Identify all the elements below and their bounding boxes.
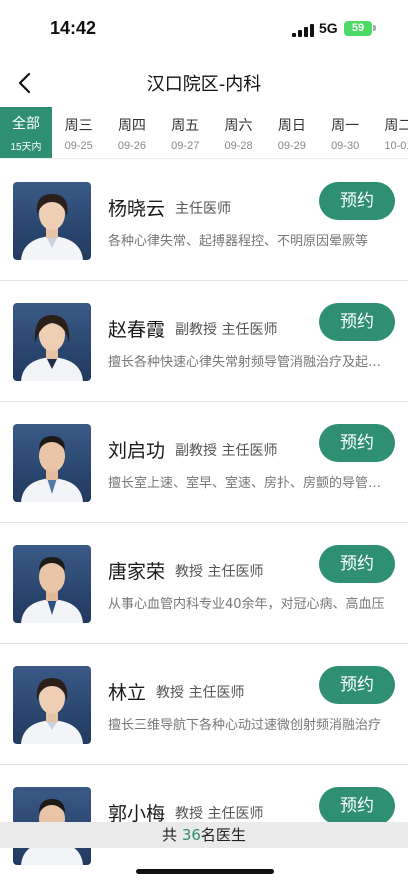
tab-day-label: 周三 bbox=[64, 117, 93, 134]
page-title: 汉口院区-内科 bbox=[146, 74, 262, 95]
book-button[interactable]: 预约 bbox=[319, 424, 395, 462]
tab-day-label: 全部 bbox=[12, 116, 40, 132]
doctor-specialty: 各种心律失常、起搏器程控、不明原因晕厥等 bbox=[108, 234, 369, 249]
doctor-card[interactable]: 杨晓云 主任医师 各种心律失常、起搏器程控、不明原因晕厥等 预约 bbox=[0, 160, 408, 281]
tab-date-label: 09-28 bbox=[224, 139, 253, 152]
doctor-photo bbox=[13, 303, 91, 381]
cellular-signal-icon bbox=[292, 24, 314, 37]
doctor-photo bbox=[13, 182, 91, 260]
tab-date[interactable]: 周二 10-01 bbox=[372, 107, 408, 158]
book-button[interactable]: 预约 bbox=[319, 787, 395, 825]
tab-day-label: 周日 bbox=[277, 117, 306, 134]
doctor-name: 杨晓云 bbox=[108, 198, 166, 220]
nav-bar: 汉口院区-内科 bbox=[0, 60, 408, 106]
doctor-title: 教授 主任医师 bbox=[175, 806, 264, 822]
doctor-count: 36 bbox=[181, 826, 201, 844]
book-button[interactable]: 预约 bbox=[319, 666, 395, 704]
tab-day-label: 周一 bbox=[331, 117, 360, 134]
doctor-specialty: 从事心血管内科专业40余年，对冠心病、高血压 bbox=[108, 597, 385, 612]
tab-date[interactable]: 周四 09-26 bbox=[105, 107, 158, 158]
tab-date-label: 15天内 bbox=[10, 142, 42, 153]
doctor-photo bbox=[13, 545, 91, 623]
doctor-name: 赵春霞 bbox=[108, 319, 166, 341]
tab-date-label: 09-25 bbox=[64, 139, 93, 152]
tab-day-label: 周五 bbox=[171, 117, 200, 134]
doctor-card[interactable]: 赵春霞 副教授 主任医师 擅长各种快速心律失常射频导管消融治疗及起搏器 预约 bbox=[0, 281, 408, 402]
doctor-title: 主任医师 bbox=[175, 201, 231, 217]
status-bar: 14:42 5G 59 bbox=[0, 0, 408, 58]
doctor-photo bbox=[13, 666, 91, 744]
doctor-card[interactable]: 林立 教授 主任医师 擅长三维导航下各种心动过速微创射频消融治疗 预约 bbox=[0, 644, 408, 765]
doctor-specialty: 擅长室上速、室早、室速、房扑、房颤的导管消融 bbox=[108, 476, 390, 491]
doctor-title: 教授 主任医师 bbox=[175, 564, 264, 580]
battery-icon: 59 bbox=[344, 21, 372, 36]
date-tab-strip[interactable]: 全部 15天内 周三 09-25 周四 09-26 周五 09-27 周六 09… bbox=[0, 107, 408, 159]
doctor-name: 唐家荣 bbox=[108, 561, 166, 583]
doctor-list: 杨晓云 主任医师 各种心律失常、起搏器程控、不明原因晕厥等 预约 赵春霞 副教授… bbox=[0, 160, 408, 883]
tab-date[interactable]: 周三 09-25 bbox=[52, 107, 105, 158]
doctor-specialty: 擅长三维导航下各种心动过速微创射频消融治疗 bbox=[108, 718, 382, 733]
home-indicator bbox=[136, 869, 274, 874]
doctor-title: 教授 主任医师 bbox=[156, 685, 245, 701]
tab-date[interactable]: 周五 09-27 bbox=[159, 107, 212, 158]
count-prefix: 共 bbox=[162, 826, 182, 844]
tab-day-label: 周二 bbox=[384, 117, 408, 134]
book-button[interactable]: 预约 bbox=[319, 303, 395, 341]
battery-tip bbox=[373, 25, 376, 31]
network-type: 5G bbox=[319, 20, 338, 36]
tab-date[interactable]: 周一 09-30 bbox=[318, 107, 371, 158]
tab-day-label: 周四 bbox=[117, 117, 146, 134]
doctor-photo bbox=[13, 424, 91, 502]
book-button[interactable]: 预约 bbox=[319, 182, 395, 220]
tab-date-label: 09-30 bbox=[331, 139, 360, 152]
count-suffix: 名医生 bbox=[200, 826, 246, 844]
status-time: 14:42 bbox=[50, 18, 97, 38]
tab-date[interactable]: 周六 09-28 bbox=[212, 107, 265, 158]
doctor-count-bar: 共 36名医生 bbox=[0, 822, 408, 848]
doctor-title: 副教授 主任医师 bbox=[175, 322, 278, 338]
doctor-card[interactable]: 刘启功 副教授 主任医师 擅长室上速、室早、室速、房扑、房颤的导管消融 预约 bbox=[0, 402, 408, 523]
tab-date-label: 10-01 bbox=[384, 139, 408, 152]
doctor-specialty: 擅长各种快速心律失常射频导管消融治疗及起搏器 bbox=[108, 355, 390, 370]
tab-day-label: 周六 bbox=[224, 117, 253, 134]
tab-date-label: 09-26 bbox=[117, 139, 147, 152]
tab-date[interactable]: 周日 09-29 bbox=[265, 107, 318, 158]
doctor-card[interactable]: 唐家荣 教授 主任医师 从事心血管内科专业40余年，对冠心病、高血压 预约 bbox=[0, 523, 408, 644]
doctor-name: 刘启功 bbox=[108, 440, 166, 462]
doctor-title: 副教授 主任医师 bbox=[175, 443, 278, 459]
tab-all[interactable]: 全部 15天内 bbox=[0, 107, 52, 158]
book-button[interactable]: 预约 bbox=[319, 545, 395, 583]
tab-date-label: 09-29 bbox=[277, 139, 306, 152]
doctor-name: 林立 bbox=[108, 682, 147, 704]
tab-date-label: 09-27 bbox=[171, 139, 200, 152]
